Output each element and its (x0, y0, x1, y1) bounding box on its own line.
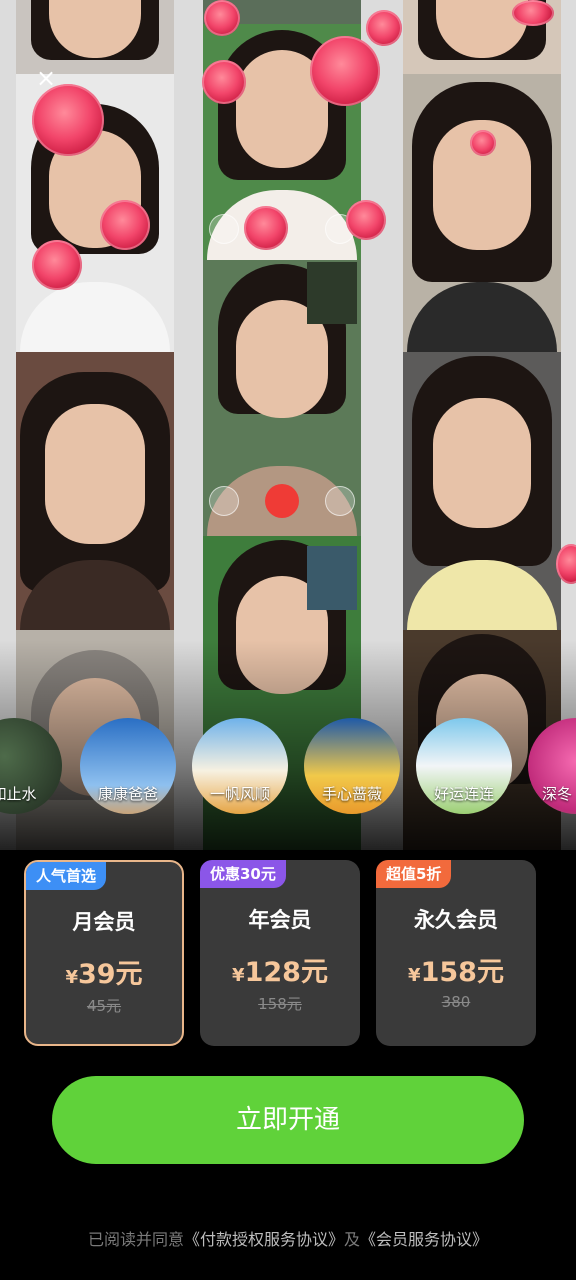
plan-card-monthly[interactable]: 人气首选 月会员 ¥39元 45元 (24, 860, 184, 1046)
rose-sticker (244, 206, 288, 250)
hangup-icon (265, 484, 299, 518)
agreement-middle: 及 (344, 1230, 361, 1249)
avatar-label: 如止水 (0, 785, 37, 803)
activate-button[interactable]: 立即开通 (52, 1076, 524, 1164)
agreement-prefix: 已阅读并同意 (87, 1230, 184, 1249)
avatar-label: 一帆风顺 (209, 785, 270, 803)
pip-video (307, 546, 357, 610)
rose-sticker (32, 240, 82, 290)
share-icon (209, 486, 239, 516)
avatar-strip[interactable]: 如止水 康康爸爸 一帆风顺 手心蔷薇 好运连连 深冬 (0, 718, 576, 814)
plan-original-price: 158元 (258, 995, 302, 1013)
plan-original-price: 45元 (86, 997, 122, 1015)
camera-icon (325, 486, 355, 516)
rose-sticker (366, 10, 402, 46)
avatar-item[interactable]: 好运连连 (416, 718, 512, 814)
photo-tile (16, 352, 174, 630)
avatar-item[interactable]: 一帆风顺 (192, 718, 288, 814)
rose-sticker (32, 84, 104, 156)
avatar-item[interactable]: 手心蔷薇 (304, 718, 400, 814)
payment-agreement-link[interactable]: 《付款授权服务协议》 (184, 1230, 344, 1249)
plan-price: ¥158元 (408, 957, 504, 988)
plan-name: 永久会员 (414, 908, 498, 932)
share-icon (209, 214, 239, 244)
avatar-item[interactable]: 康康爸爸 (80, 718, 176, 814)
close-icon[interactable]: × (34, 66, 58, 90)
membership-agreement-link[interactable]: 《会员服务协议》 (360, 1230, 488, 1249)
rose-sticker (512, 0, 554, 26)
plan-price: ¥39元 (65, 959, 143, 990)
photo-tile (16, 0, 174, 74)
avatar-label: 深冬 (542, 785, 573, 803)
plan-badge: 优惠30元 (200, 860, 286, 888)
avatar-item[interactable]: 如止水 (0, 718, 62, 814)
rose-sticker (100, 200, 150, 250)
plan-price: ¥128元 (232, 957, 328, 988)
photo-tile (403, 74, 561, 352)
plan-name: 年会员 (248, 908, 312, 932)
rose-sticker (310, 36, 380, 106)
agreement-text: 已阅读并同意《付款授权服务协议》及《会员服务协议》 (0, 1226, 576, 1250)
avatar-label: 手心蔷薇 (321, 785, 382, 803)
plan-original-price: 380 (441, 993, 471, 1011)
plan-card-lifetime[interactable]: 超值5折 永久会员 ¥158元 380 (376, 860, 536, 1046)
plan-badge: 超值5折 (376, 860, 452, 888)
plan-badge: 人气首选 (26, 862, 107, 890)
pip-video (307, 262, 357, 324)
plan-card-yearly[interactable]: 优惠30元 年会员 ¥128元 158元 (200, 860, 360, 1046)
rose-sticker (470, 130, 496, 156)
rose-sticker (346, 200, 386, 240)
avatar-item[interactable]: 深冬 (528, 718, 576, 814)
avatar-label: 好运连连 (433, 785, 494, 803)
photo-tile (203, 260, 361, 536)
rose-sticker (202, 60, 246, 104)
rose-sticker (204, 0, 240, 36)
photo-tile (403, 352, 561, 630)
plan-name: 月会员 (72, 910, 136, 934)
avatar-label: 康康爸爸 (97, 785, 158, 803)
